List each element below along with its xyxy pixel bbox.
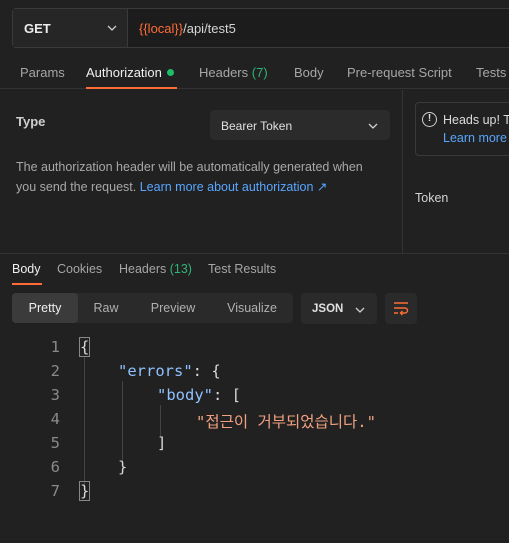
code-punct: ]: [157, 434, 167, 452]
tab-pre-request-script[interactable]: Pre-request Script: [347, 65, 452, 80]
response-tab-body-label: Body: [12, 262, 41, 276]
format-select[interactable]: JSON: [301, 293, 377, 324]
tab-body[interactable]: Body: [294, 65, 324, 80]
tab-tests-label: Tests: [476, 65, 507, 80]
url-path: /api/test5: [183, 20, 236, 36]
line-number: 5: [50, 434, 60, 452]
response-tab-cookies[interactable]: Cookies: [57, 262, 102, 276]
tab-body-label: Body: [294, 65, 324, 80]
code-line: ]: [157, 434, 166, 452]
active-tab-indicator: [86, 87, 177, 89]
json-key: "errors": [118, 362, 193, 380]
info-icon: !: [422, 112, 437, 127]
tab-params-label: Params: [20, 65, 65, 80]
response-tab-headers-label: Headers: [119, 262, 167, 276]
response-headers-count: (13): [169, 262, 192, 276]
headsup-title: Heads up! T: [443, 113, 509, 127]
response-tab-cookies-label: Cookies: [57, 262, 103, 276]
line-number: 4: [50, 410, 60, 428]
json-string-value: "접근이 거부되었습니다.": [196, 413, 376, 431]
learn-more-auth-link[interactable]: Learn more about authorization ↗: [140, 180, 328, 194]
url-variable: {{local}}: [139, 20, 184, 36]
tab-authorization[interactable]: Authorization: [86, 65, 174, 80]
url-bar: GET {{local}}/api/test5: [12, 8, 509, 48]
tab-headers-label: Headers: [199, 65, 249, 80]
tab-headers[interactable]: Headers (7): [199, 65, 268, 80]
wrap-lines-icon: [394, 302, 409, 316]
auth-type-value: Bearer Token: [221, 119, 293, 133]
line-number: 3: [50, 386, 60, 404]
panel-divider: [402, 90, 403, 253]
code-punct: }: [118, 458, 128, 476]
auth-type-select[interactable]: Bearer Token: [210, 110, 390, 140]
response-tab-headers[interactable]: Headers (13): [119, 262, 192, 276]
line-number: 7: [50, 482, 60, 500]
indent-guide: [122, 381, 123, 461]
wrap-lines-button[interactable]: [385, 293, 417, 324]
method-label: GET: [24, 20, 51, 36]
request-tabs: Params Authorization Headers (7) Body Pr…: [0, 56, 509, 89]
response-tab-test-results[interactable]: Test Results: [208, 262, 276, 276]
code-brace: {: [78, 337, 91, 357]
response-active-tab-indicator: [12, 283, 42, 285]
line-number: 2: [50, 362, 60, 380]
code-line: }: [118, 458, 127, 476]
chevron-down-icon: [368, 123, 378, 129]
tab-headers-count: (7): [251, 65, 268, 80]
format-value: JSON: [312, 303, 344, 315]
view-preview-button[interactable]: Preview: [142, 293, 204, 323]
json-key: "body": [157, 386, 213, 404]
code-line: {: [78, 337, 91, 357]
headsup-learn-more-link[interactable]: Learn more: [443, 131, 507, 145]
auth-description: The authorization header will be automat…: [16, 157, 386, 197]
code-line: "body": [: [157, 386, 241, 404]
code-punct: : [: [213, 386, 241, 404]
line-number: 1: [50, 338, 60, 356]
indent-guide: [84, 357, 85, 485]
code-punct: : {: [192, 362, 221, 380]
view-mode-selector: Pretty Raw Preview Visualize: [12, 293, 293, 323]
url-input[interactable]: {{local}}/api/test5: [128, 9, 236, 47]
tab-pre-request-label: Pre-request Script: [347, 65, 452, 80]
indent-guide: [160, 405, 161, 437]
chevron-down-icon: [355, 307, 365, 313]
section-divider: [0, 253, 509, 254]
code-line: "errors": {: [118, 362, 221, 380]
view-pretty-button[interactable]: Pretty: [12, 293, 78, 323]
token-label: Token: [415, 191, 449, 205]
tab-tests[interactable]: Tests: [476, 65, 506, 80]
tab-params[interactable]: Params: [20, 65, 65, 80]
code-line: "접근이 거부되었습니다.": [196, 410, 376, 432]
chevron-down-icon: [107, 25, 117, 31]
view-raw-button[interactable]: Raw: [84, 293, 128, 323]
response-tab-test-results-label: Test Results: [208, 262, 277, 276]
headsup-notice: ! Heads up! T Learn more: [415, 102, 509, 156]
active-dot-icon: [166, 69, 174, 76]
type-label: Type: [16, 114, 46, 129]
code-brace: }: [78, 481, 91, 501]
code-line: }: [78, 481, 91, 501]
view-visualize-button[interactable]: Visualize: [218, 293, 286, 323]
tab-authorization-label: Authorization: [86, 65, 162, 80]
method-select[interactable]: GET: [13, 9, 128, 47]
line-number: 6: [50, 458, 60, 476]
response-tab-body[interactable]: Body: [12, 262, 41, 276]
